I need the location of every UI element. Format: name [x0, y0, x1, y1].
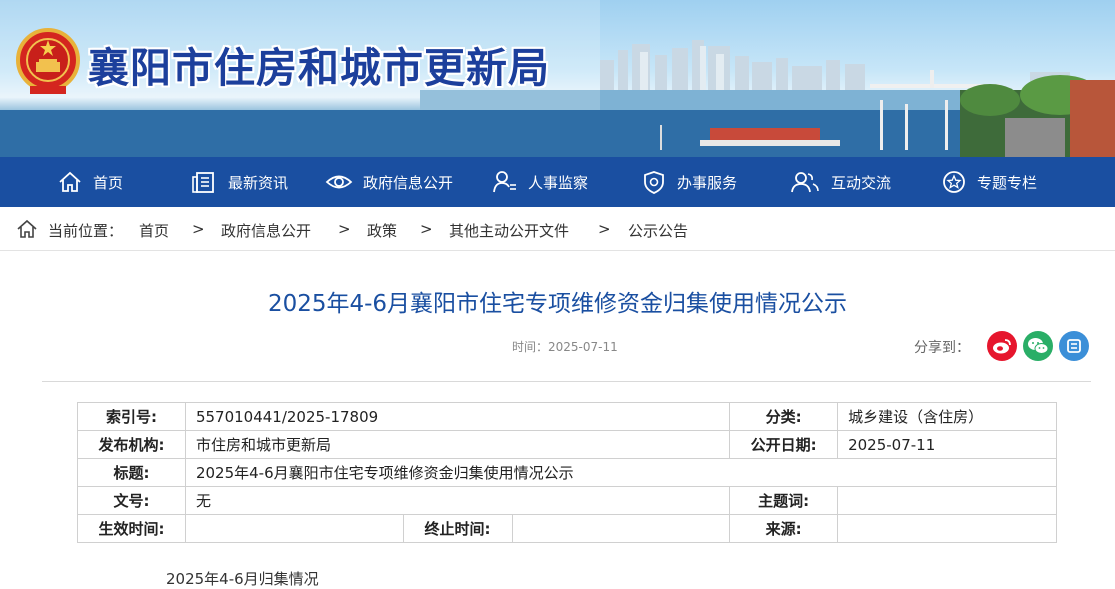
issuer-value: 市住房和城市更新局: [184, 430, 731, 459]
title-value: 2025年4-6月襄阳市住宅专项维修资金归集使用情况公示: [184, 458, 1058, 487]
publish-time: 时间：2025-07-11: [512, 340, 618, 354]
share-qzone-button[interactable]: [1059, 331, 1089, 361]
source-label: 来源:: [729, 514, 839, 543]
share-weibo-button[interactable]: [987, 331, 1017, 361]
publish-date-label: 公开日期:: [729, 430, 839, 459]
breadcrumb-separator: >: [338, 220, 351, 238]
nav-item-news[interactable]: 最新资讯: [192, 157, 288, 207]
home-icon: [17, 219, 37, 238]
article-body-first-line: 2025年4-6月归集情况: [166, 570, 319, 588]
index-value: 557010441/2025-17809: [184, 402, 731, 431]
expire-date-value: [511, 514, 731, 543]
doc-number-label: 文号:: [77, 486, 186, 515]
qzone-icon: [1067, 339, 1081, 353]
table-row: 发布机构: 市住房和城市更新局 公开日期: 2025-07-11: [77, 430, 1057, 459]
share-label: 分享到：: [914, 340, 970, 356]
nav-label: 首页: [93, 173, 124, 192]
effective-date-value: [184, 514, 404, 543]
breadcrumb-item-other-files[interactable]: 其他主动公开文件: [449, 220, 569, 241]
home-icon: [59, 171, 81, 192]
breadcrumb-item-gov-info[interactable]: 政府信息公开: [221, 220, 311, 241]
article-title: 2025年4-6月襄阳市住宅专项维修资金归集使用情况公示: [267, 291, 848, 317]
nav-item-home[interactable]: 首页: [57, 157, 123, 207]
breadcrumb-item-policy[interactable]: 政策: [367, 220, 397, 241]
publish-date-value: 2025-07-11: [837, 430, 1057, 459]
category-value: 城乡建设（含住房）: [837, 402, 1057, 431]
breadcrumb: 当前位置： 首页 > 政府信息公开 > 政策 > 其他主动公开文件 > 公示公告: [0, 207, 1115, 251]
nav-label: 最新资讯: [228, 173, 289, 192]
national-emblem-icon: [16, 28, 80, 98]
breadcrumb-separator: >: [192, 220, 205, 238]
site-title: 襄阳市住房和城市更新局: [88, 44, 550, 92]
table-row: 索引号: 557010441/2025-17809 分类: 城乡建设（含住房）: [77, 402, 1057, 431]
nav-item-gov-info[interactable]: 政府信息公开: [325, 157, 453, 207]
share-wechat-button[interactable]: [1023, 331, 1053, 361]
nav-label: 专题专栏: [977, 173, 1038, 192]
issuer-label: 发布机构:: [77, 430, 186, 459]
breadcrumb-item-home[interactable]: 首页: [139, 220, 169, 241]
table-row: 标题: 2025年4-6月襄阳市住宅专项维修资金归集使用情况公示: [77, 458, 1058, 487]
category-label: 分类:: [729, 402, 839, 431]
star-icon: [943, 171, 965, 193]
nav-label: 办事服务: [677, 173, 738, 192]
person-icon: [493, 171, 516, 193]
breadcrumb-prefix: 当前位置：: [48, 222, 124, 240]
nav-item-interaction[interactable]: 互动交流: [789, 157, 891, 207]
expire-date-label: 终止时间:: [402, 514, 513, 543]
nav-label: 人事监察: [528, 173, 589, 192]
news-icon: [192, 172, 214, 193]
title-label: 标题:: [77, 458, 186, 487]
nav-item-services[interactable]: 办事服务: [641, 157, 737, 207]
divider: [42, 381, 1091, 382]
table-row: 生效时间: 终止时间: 来源:: [77, 514, 1057, 543]
breadcrumb-separator: >: [420, 220, 433, 238]
effective-date-label: 生效时间:: [77, 514, 186, 543]
source-value: [837, 514, 1057, 543]
keyword-label: 主题词:: [729, 486, 839, 515]
breadcrumb-item-notices[interactable]: 公示公告: [628, 220, 688, 241]
nav-item-personnel[interactable]: 人事监察: [492, 157, 588, 207]
table-row: 文号: 无 主题词:: [77, 486, 1057, 515]
keyword-value: [837, 486, 1057, 515]
shield-icon: [644, 171, 664, 194]
eye-icon: [325, 175, 353, 189]
breadcrumb-separator: >: [598, 220, 611, 238]
header-banner: 襄阳市住房和城市更新局: [0, 0, 1115, 157]
nav-label: 互动交流: [831, 173, 892, 192]
doc-number-value: 无: [184, 486, 731, 515]
document-metadata-table: 索引号: 557010441/2025-17809 分类: 城乡建设（含住房） …: [77, 402, 1058, 543]
wechat-icon: [1028, 338, 1049, 354]
users-icon: [791, 172, 819, 193]
index-label: 索引号:: [77, 402, 186, 431]
nav-label: 政府信息公开: [363, 173, 454, 192]
nav-item-topics[interactable]: 专题专栏: [941, 157, 1037, 207]
weibo-icon: [993, 339, 1011, 354]
